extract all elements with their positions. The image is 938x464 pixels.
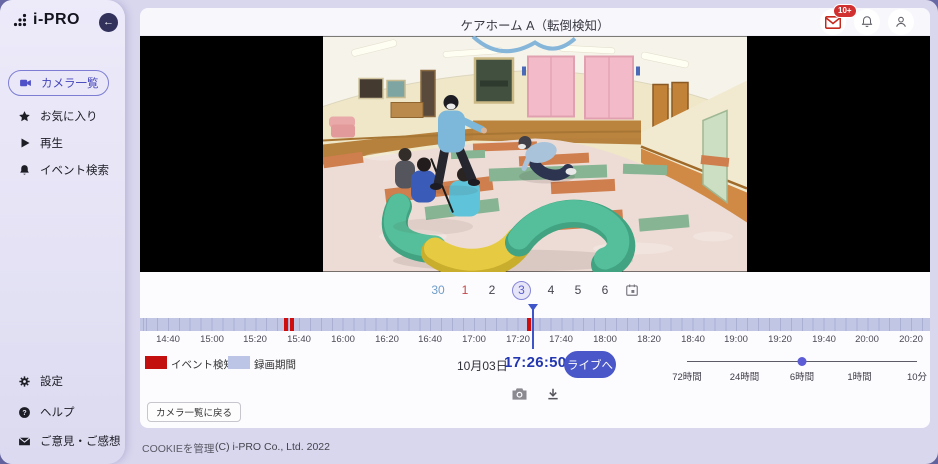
timeline-tick: 17:40 [549,334,573,345]
sidebar-item-feedback[interactable]: ご意見・ご感想 [8,430,121,452]
go-live-button[interactable]: ライブへ [564,351,616,378]
app-window: i-PRO ← カメラ一覧 お気に入り 再生 イベント検索 設定 ? ヘルプ ご… [0,0,938,464]
timeline-tick: 20:00 [855,334,879,345]
timeline-tick: 19:20 [768,334,792,345]
camera-photo-icon [512,388,526,400]
star-icon [18,110,31,123]
mail-badge: 10+ [833,4,857,18]
timeline-tick: 17:00 [462,334,486,345]
range-option-24h[interactable]: 24時間 [730,369,760,383]
recording-legend-label: 録画期間 [254,359,296,371]
download-icon [547,388,558,400]
notifications-mail-button[interactable]: 10+ [820,4,857,35]
range-option-72h[interactable]: 72時間 [672,369,702,383]
sidebar-item-playback[interactable]: 再生 [8,132,118,154]
app-logo: i-PRO [13,11,80,29]
video-player [140,36,930,272]
download-button[interactable] [546,387,560,401]
sidebar-item-label: ヘルプ [40,407,75,419]
window [386,79,406,99]
copyright-text: (C) i-PRO Co., Ltd. 2022 [215,441,330,453]
page-day-1[interactable]: 1 [458,283,472,297]
timeline-tick: 18:40 [681,334,705,345]
recording-legend-swatch [228,356,250,369]
page-day-3-current[interactable]: 3 [512,280,531,300]
timeline-tick: 16:20 [375,334,399,345]
pink-armchair [329,116,355,138]
page-day-6[interactable]: 6 [598,283,612,297]
content-card: 30 1 2 3 4 5 6 14:40 15:00 15:20 15:40 1… [140,36,930,428]
svg-text:?: ? [22,409,26,416]
timeline-tick: 20:20 [899,334,923,345]
timeline-tick: 18:00 [593,334,617,345]
timeline-tick: 17:20 [506,334,530,345]
sidebar-collapse-button[interactable]: ← [99,13,118,32]
sidebar: i-PRO ← カメラ一覧 お気に入り 再生 イベント検索 設定 ? ヘルプ ご… [0,0,125,464]
timeline-tick: 16:00 [331,334,355,345]
account-button[interactable] [888,9,914,35]
bell-outline-icon [861,16,873,28]
gear-icon [18,375,31,388]
timeline-tick: 18:20 [637,334,661,345]
playback-time: 17:26:50 [504,354,567,371]
timeline-tick: 15:00 [200,334,224,345]
play-icon [18,137,31,150]
timeline-tick: 19:00 [724,334,748,345]
page-day-30[interactable]: 30 [431,283,445,297]
event-legend-label: イベント検知 [171,359,234,371]
main-header: ケアホーム A（転倒検知） 10+ [140,4,930,36]
sidebar-item-label: イベント検索 [40,165,109,177]
camera-video-frame [323,36,747,272]
video-camera-icon [19,77,32,90]
bell-icon [18,164,31,177]
timeline-tick: 19:40 [812,334,836,345]
playback-date: 10月03日 [457,359,508,373]
sidebar-item-label: お気に入り [40,111,98,123]
timeline-tick: 16:40 [418,334,442,345]
timeline-event-mark[interactable] [283,318,288,331]
notification-bell-button[interactable] [854,9,880,35]
calendar-icon [626,284,638,296]
event-legend-swatch [145,356,167,369]
timeline-tick: 15:20 [243,334,267,345]
sidebar-item-settings[interactable]: 設定 [8,370,118,392]
page-day-2[interactable]: 2 [485,283,499,297]
timeline: 14:40 15:00 15:20 15:40 16:00 16:20 16:4… [140,302,930,354]
bulletin-board [358,77,384,100]
mail-icon [18,435,31,448]
header-icons: 10+ [820,4,914,35]
time-range-slider: 72時間 24時間 6時間 1時間 10分 [672,352,927,383]
person-icon [896,16,906,27]
range-option-6h[interactable]: 6時間 [790,369,814,383]
sidebar-item-help[interactable]: ? ヘルプ [8,401,118,423]
timeline-tick: 15:40 [287,334,311,345]
page-day-4[interactable]: 4 [544,283,558,297]
page-day-5[interactable]: 5 [571,283,585,297]
snapshot-button[interactable] [511,387,528,401]
range-slider-handle[interactable] [797,357,807,366]
sidebar-item-favorites[interactable]: お気に入り [8,105,118,127]
calendar-picker-button[interactable] [625,283,639,297]
page-title: ケアホーム A（転倒検知） [460,19,610,33]
timeline-scrubber[interactable] [140,318,930,331]
timeline-tick: 14:40 [156,334,180,345]
help-icon: ? [18,406,31,419]
date-pagination: 30 1 2 3 4 5 6 [140,279,930,301]
sidebar-item-label: 再生 [40,138,63,150]
logo-dots-icon [13,13,27,27]
sidebar-item-label: カメラ一覧 [41,78,99,90]
sidebar-item-camera-list[interactable]: カメラ一覧 [8,70,109,96]
back-to-camera-list-button[interactable]: カメラ一覧に戻る [147,402,242,422]
sidebar-item-label: ご意見・ご感想 [40,436,121,448]
timeline-event-mark[interactable] [527,318,532,331]
timeline-event-mark[interactable] [290,318,295,331]
sidebar-item-event-search[interactable]: イベント検索 [8,159,118,181]
range-option-1h[interactable]: 1時間 [847,369,871,383]
cookie-manage-link[interactable]: COOKIEを管理 [142,441,214,456]
range-option-10m[interactable]: 10分 [907,369,927,383]
logo-text: i-PRO [33,11,80,28]
wooden-desk [390,102,424,118]
sidebar-item-label: 設定 [40,376,63,388]
media-actions [140,384,930,404]
